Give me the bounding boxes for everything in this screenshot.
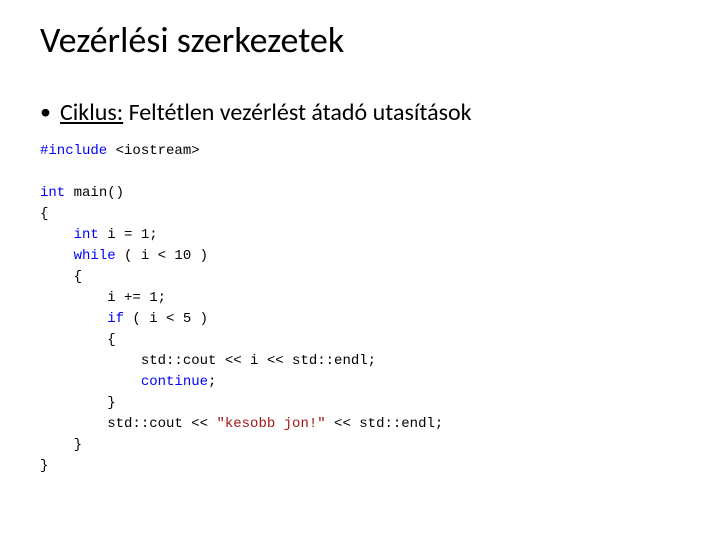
code-main: main() <box>65 185 124 201</box>
code-kw-int2: int <box>40 227 99 243</box>
code-block: #include <iostream> int main() { int i =… <box>40 141 680 477</box>
code-kw-continue: continue <box>40 374 208 390</box>
bullet-rest: Feltétlen vezérlést átadó utasítások <box>123 98 471 127</box>
code-l16: } <box>40 458 48 474</box>
code-l10: { <box>40 332 116 348</box>
code-l14a: std::cout << <box>40 416 216 432</box>
code-l9: ( i < 5 ) <box>124 311 208 327</box>
code-l15: } <box>40 437 82 453</box>
code-kw-include: #include <box>40 143 107 159</box>
code-l12-semi: ; <box>208 374 216 390</box>
code-kw-int: int <box>40 185 65 201</box>
code-l4: { <box>40 206 48 222</box>
code-l7: { <box>40 269 82 285</box>
page-title: Vezérlési szerkezetek <box>40 18 680 62</box>
code-kw-if: if <box>40 311 124 327</box>
bullet-item: Ciklus: Feltétlen vezérlést átadó utasít… <box>40 98 680 127</box>
code-l6: ( i < 10 ) <box>116 248 208 264</box>
code-kw-while: while <box>40 248 116 264</box>
code-l5: i = 1; <box>99 227 158 243</box>
code-l11: std::cout << i << std::endl; <box>40 353 376 369</box>
bullet-underlined: Ciklus: <box>60 98 123 127</box>
code-string: "kesobb jon!" <box>216 416 325 432</box>
code-l14b: << std::endl; <box>326 416 444 432</box>
code-l13: } <box>40 395 116 411</box>
code-l8: i += 1; <box>40 290 166 306</box>
code-header: <iostream> <box>107 143 199 159</box>
